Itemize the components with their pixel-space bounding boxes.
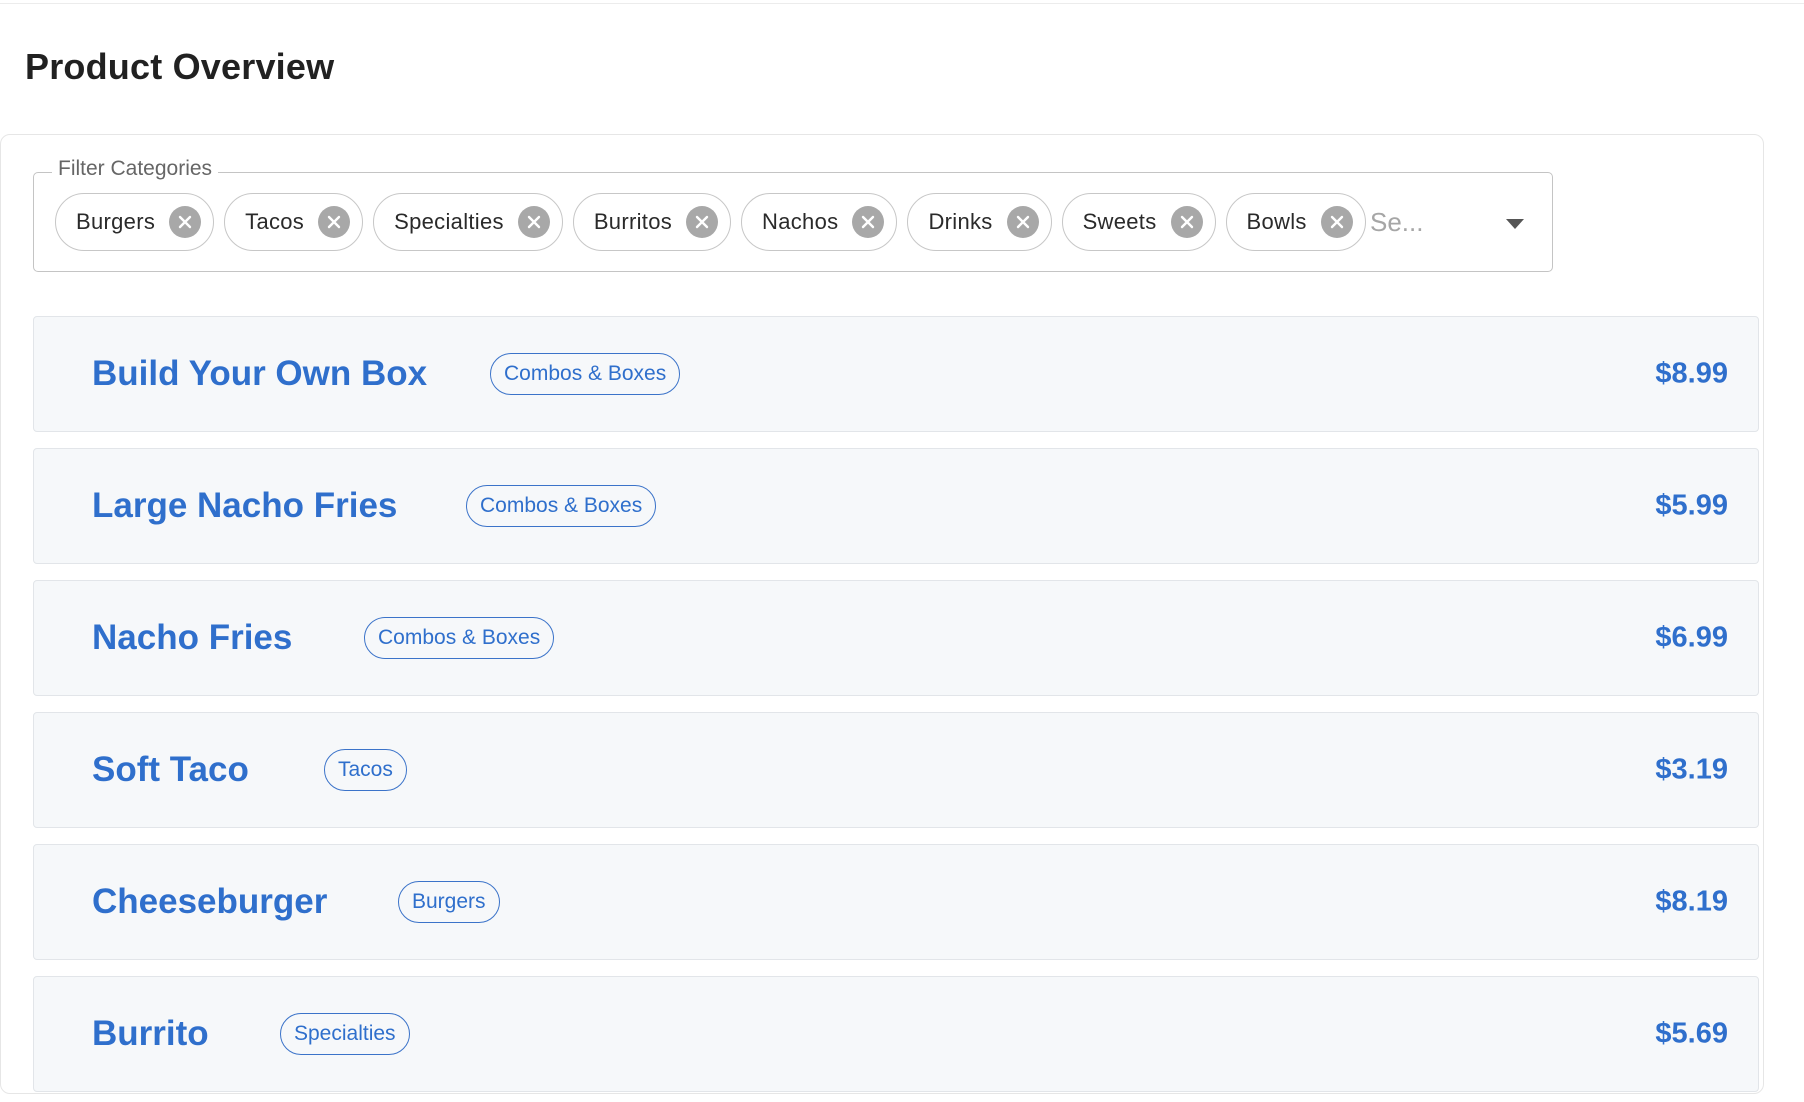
product-name[interactable]: Nacho Fries: [92, 618, 292, 658]
chip-label: Burgers: [76, 209, 156, 234]
filter-chips: Burgers Tacos Specialties Burritos Nachos Dri…: [55, 193, 1366, 251]
product-price: $3.19: [1655, 753, 1728, 786]
category-tag: Combos & Boxes: [490, 353, 681, 395]
chip-label: Bowls: [1246, 209, 1307, 234]
top-divider: [0, 3, 1804, 4]
product-row[interactable]: Build Your Own Box Combos & Boxes $8.99: [33, 316, 1759, 432]
chip-drinks[interactable]: Drinks: [907, 193, 1052, 251]
product-row[interactable]: Large Nacho Fries Combos & Boxes $5.99: [33, 448, 1759, 564]
chip-label: Specialties: [394, 209, 504, 234]
product-name[interactable]: Build Your Own Box: [92, 354, 427, 394]
chip-burritos[interactable]: Burritos: [572, 193, 732, 251]
product-price: $8.99: [1655, 357, 1728, 390]
product-row[interactable]: Nacho Fries Combos & Boxes $6.99: [33, 580, 1759, 696]
product-row[interactable]: Burrito Specialties $5.69: [33, 976, 1759, 1092]
page-title: Product Overview: [25, 46, 335, 87]
chip-nachos[interactable]: Nachos: [741, 193, 898, 251]
caret-down-icon: [1506, 219, 1524, 229]
close-circle-icon[interactable]: [1170, 206, 1203, 238]
chip-bowls[interactable]: Bowls: [1225, 193, 1366, 251]
product-price: $8.19: [1655, 885, 1728, 918]
product-price: $6.99: [1655, 621, 1728, 654]
product-row[interactable]: Cheeseburger Burgers $8.19: [33, 844, 1759, 960]
filter-legend: Filter Categories: [52, 157, 219, 181]
close-circle-icon[interactable]: [169, 206, 202, 238]
chip-label: Drinks: [928, 209, 993, 234]
product-name[interactable]: Cheeseburger: [92, 882, 327, 922]
chip-burgers[interactable]: Burgers: [55, 193, 215, 251]
product-name[interactable]: Large Nacho Fries: [92, 486, 397, 526]
close-circle-icon[interactable]: [1320, 206, 1353, 238]
chip-tacos[interactable]: Tacos: [224, 193, 364, 251]
chip-label: Sweets: [1082, 209, 1157, 234]
close-circle-icon[interactable]: [517, 206, 550, 238]
dropdown-toggle[interactable]: [1500, 214, 1530, 234]
close-circle-icon[interactable]: [318, 206, 351, 238]
product-price: $5.69: [1655, 1017, 1728, 1050]
category-tag: Combos & Boxes: [466, 485, 657, 527]
product-row[interactable]: Soft Taco Tacos $3.19: [33, 712, 1759, 828]
close-circle-icon[interactable]: [1006, 206, 1039, 238]
product-name[interactable]: Burrito: [92, 1014, 209, 1054]
chip-specialties[interactable]: Specialties: [373, 193, 563, 251]
chip-sweets[interactable]: Sweets: [1061, 193, 1216, 251]
category-tag: Burgers: [398, 881, 500, 923]
category-tag: Specialties: [280, 1013, 410, 1055]
category-tag: Combos & Boxes: [364, 617, 555, 659]
category-search-input[interactable]: [1370, 201, 1490, 243]
chip-label: Tacos: [245, 209, 305, 234]
product-price: $5.99: [1655, 489, 1728, 522]
chip-label: Burritos: [593, 209, 673, 234]
category-tag: Tacos: [324, 749, 407, 791]
chip-label: Nachos: [762, 209, 839, 234]
product-name[interactable]: Soft Taco: [92, 750, 249, 790]
close-circle-icon[interactable]: [852, 206, 885, 238]
close-circle-icon[interactable]: [686, 206, 719, 238]
